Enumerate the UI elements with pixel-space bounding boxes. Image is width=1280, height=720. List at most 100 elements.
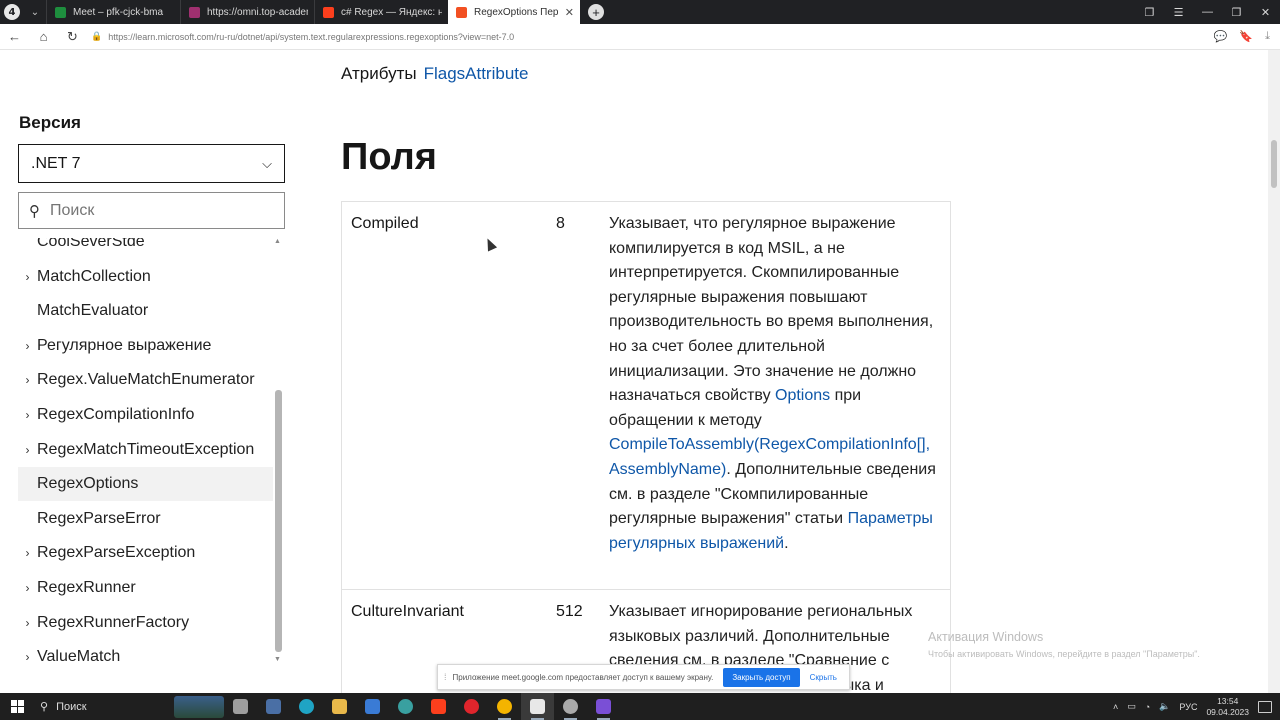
close-tab-icon[interactable]: ✕ — [565, 6, 574, 19]
url-field[interactable]: 🔒 https://learn.microsoft.com/ru-ru/dotn… — [91, 31, 514, 42]
taskbar-search[interactable]: ⚲ Поиск — [34, 693, 224, 720]
chevron-up-icon[interactable]: ˄ — [1113, 702, 1118, 712]
page-scroll-thumb[interactable] — [1271, 140, 1277, 188]
taskbar: ⚲ Поиск ˄ ▭ ◔ 🔈 РУС 13:54 09.04.2023 — [0, 693, 1280, 720]
download-icon[interactable]: ⤓ — [1265, 30, 1270, 43]
chevron-right-icon[interactable]: › — [18, 650, 37, 663]
toc-item[interactable]: › Regex.ValueMatchEnumerator — [18, 363, 273, 397]
reload-button[interactable]: ↻ — [58, 29, 87, 45]
opera-taskbar-button[interactable] — [455, 693, 488, 720]
language-indicator[interactable]: РУС — [1179, 702, 1197, 712]
chevron-right-icon[interactable]: › — [18, 339, 37, 353]
drag-handle-icon[interactable]: ⁞ — [444, 672, 447, 682]
minimize-button[interactable]: — — [1193, 6, 1222, 18]
new-tab-button[interactable]: + — [580, 0, 612, 24]
edge-icon — [299, 699, 314, 714]
network-icon[interactable]: ▭ — [1127, 701, 1136, 712]
scroll-up-icon[interactable]: ▲ — [274, 238, 281, 245]
activation-title: Активация Windows — [928, 630, 1044, 644]
version-value: .NET 7 — [31, 154, 81, 172]
start-button[interactable] — [0, 700, 34, 713]
toc-item[interactable]: › RegexMatchTimeoutException — [18, 433, 273, 467]
hide-button[interactable]: Скрыть — [810, 673, 837, 682]
screen-share-bar: ⁞ Приложение meet.google.com предоставля… — [437, 664, 850, 690]
search-icon: ⚲ — [29, 202, 40, 220]
notifications-icon[interactable] — [1258, 700, 1272, 713]
search-icon: ⚲ — [40, 701, 49, 713]
explorer-taskbar-button[interactable] — [323, 693, 356, 720]
wifi-icon[interactable]: ◔ — [1145, 702, 1150, 712]
page-scrollbar[interactable] — [1268, 50, 1280, 693]
github-taskbar-button[interactable] — [554, 693, 587, 720]
clock-date: 09.04.2023 — [1206, 706, 1249, 717]
chrome-taskbar-button[interactable] — [488, 693, 521, 720]
search-highlight-image — [174, 696, 224, 718]
home-icon[interactable]: ⌂ — [29, 29, 58, 44]
stop-sharing-button[interactable]: Закрыть доступ — [723, 667, 800, 687]
browser-tab[interactable]: RegexOptions Перечисл ✕ — [448, 0, 580, 24]
chevron-right-icon[interactable]: › — [18, 373, 37, 387]
toc-item[interactable]: › RegexParseException — [18, 536, 273, 570]
description-text: Указывает игнорирование региональных язы… — [609, 603, 913, 670]
chevron-right-icon[interactable]: › — [18, 408, 37, 422]
toc-item[interactable]: MatchEvaluator — [18, 294, 273, 328]
chevron-right-icon[interactable]: › — [18, 443, 37, 457]
chevron-right-icon[interactable]: › — [18, 546, 37, 560]
browser-tab[interactable]: https://omni.top-academy — [180, 0, 314, 24]
browser-tab[interactable]: c# Regex — Яндекс: нашл — [314, 0, 448, 24]
github-icon — [563, 699, 578, 714]
toc-search-input[interactable] — [50, 201, 250, 220]
back-button[interactable]: ← — [0, 29, 29, 44]
lock-icon: 🔒 — [91, 31, 103, 41]
toc-item[interactable]: RegexOptions — [18, 467, 273, 502]
favicon-icon — [456, 6, 467, 18]
flags-attribute-link[interactable]: FlagsAttribute — [424, 64, 529, 83]
task-view-taskbar-button[interactable] — [224, 693, 257, 720]
browser-tab[interactable]: Meet – pfk-cjck-bma — [46, 0, 180, 24]
field-description: Указывает, что регулярное выражение комп… — [609, 212, 944, 556]
toc-item[interactable]: › RegexCompilationInfo — [18, 398, 273, 432]
edge-taskbar-button[interactable] — [290, 693, 323, 720]
visual-studio-taskbar-button[interactable] — [587, 693, 620, 720]
toc-search-field[interactable]: ⚲ — [18, 192, 285, 229]
toc-item[interactable]: CoolSeverStde — [18, 238, 273, 259]
notepad-taskbar-button[interactable] — [257, 693, 290, 720]
version-select[interactable]: .NET 7 ⌵ — [18, 144, 285, 183]
toc-scrollbar[interactable]: ▲ ▼ — [273, 238, 284, 663]
toc-item-label: RegexOptions — [37, 475, 139, 493]
activation-subtitle: Чтобы активировать Windows, перейдите в … — [928, 649, 1200, 659]
maximize-button[interactable]: ❐ — [1222, 6, 1251, 19]
menu-icon[interactable]: ☰ — [1164, 6, 1193, 19]
chat-icon[interactable]: 💬 — [1214, 30, 1228, 43]
close-window-button[interactable]: ✕ — [1251, 6, 1280, 19]
yandex-taskbar-button[interactable] — [422, 693, 455, 720]
toc-scroll-thumb[interactable] — [275, 390, 282, 652]
toc-item[interactable]: › RegexRunnerFactory — [18, 606, 273, 640]
fields-table: Compiled 8 Указывает, что регулярное выр… — [341, 201, 951, 693]
toc-item[interactable]: › MatchCollection — [18, 260, 273, 294]
toc-item-label: Регулярное выражение — [37, 336, 212, 354]
scroll-down-icon[interactable]: ▼ — [274, 656, 281, 663]
tab-list-chevron-icon[interactable]: ⌄ — [24, 0, 46, 24]
volume-icon[interactable]: 🔈 — [1159, 701, 1170, 712]
opera-icon — [464, 699, 479, 714]
options-link[interactable]: Options — [775, 387, 830, 404]
toc-item[interactable]: › RegexRunner — [18, 571, 273, 605]
toc-item[interactable]: › ValueMatch — [18, 640, 273, 663]
toc-item-label: RegexMatchTimeoutException — [37, 440, 255, 458]
clock[interactable]: 13:54 09.04.2023 — [1206, 696, 1249, 718]
yandex-browser-taskbar-button[interactable] — [521, 693, 554, 720]
collections-icon[interactable]: ❐ — [1135, 6, 1164, 19]
sync-taskbar-button[interactable] — [389, 693, 422, 720]
toc-item[interactable]: › Регулярное выражение — [18, 329, 273, 363]
chevron-right-icon[interactable]: › — [18, 581, 37, 595]
address-actions: 💬 🔖 ⤓ — [1214, 30, 1280, 43]
yandex-browser-icon — [530, 699, 545, 714]
yandex-icon — [431, 699, 446, 714]
browser-logo-icon[interactable]: 4 — [0, 0, 24, 24]
chevron-right-icon[interactable]: › — [18, 270, 37, 284]
store-taskbar-button[interactable] — [356, 693, 389, 720]
toc-item[interactable]: RegexParseError — [18, 502, 273, 536]
bookmark-icon[interactable]: 🔖 — [1239, 30, 1253, 43]
chevron-right-icon[interactable]: › — [18, 616, 37, 630]
